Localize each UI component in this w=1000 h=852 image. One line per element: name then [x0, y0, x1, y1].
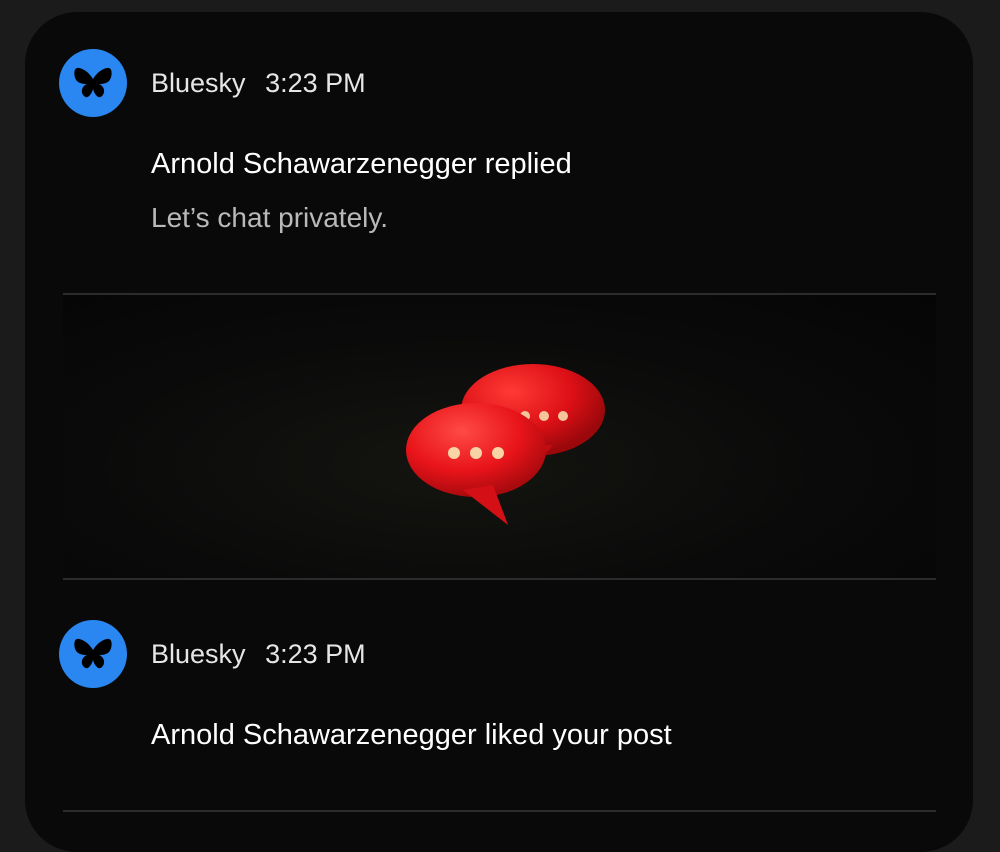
notification-time: 3:23 PM	[265, 68, 366, 98]
chat-bubble-front	[406, 403, 546, 525]
notification-time: 3:23 PM	[265, 639, 366, 669]
notification-title: Arnold Schawarzenegger liked your post	[151, 719, 672, 751]
notification-body: Let’s chat privately.	[151, 202, 389, 233]
app-icon	[59, 49, 127, 117]
notification-header: Bluesky 3:23 PM	[151, 68, 366, 99]
app-name: Bluesky	[151, 639, 246, 669]
red-chat-bubbles-image	[406, 364, 605, 525]
butterfly-icon	[74, 638, 112, 669]
notification-reply[interactable]: Bluesky 3:23 PM Arnold Schawarzenegger r…	[25, 12, 973, 579]
notification-panel: Bluesky 3:23 PM Arnold Schawarzenegger r…	[25, 12, 973, 852]
app-name: Bluesky	[151, 68, 246, 98]
notification-like[interactable]: Bluesky 3:23 PM Arnold Schawarzenegger l…	[25, 579, 973, 819]
notification-title: Arnold Schawarzenegger replied	[151, 148, 572, 180]
app-icon	[59, 620, 127, 688]
notification-header: Bluesky 3:23 PM	[151, 639, 366, 670]
divider	[63, 810, 936, 812]
butterfly-icon	[74, 67, 112, 98]
notification-image[interactable]	[63, 295, 936, 579]
